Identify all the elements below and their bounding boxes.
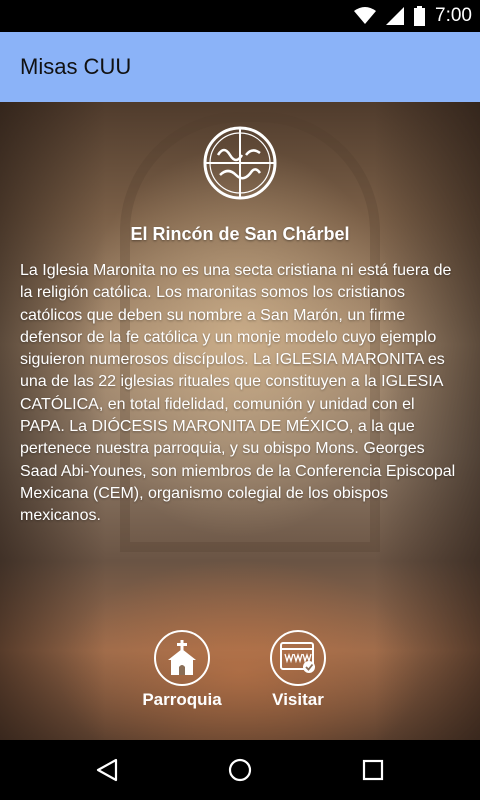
wifi-icon [354, 7, 377, 25]
parroquia-circle [154, 630, 210, 686]
description-text: La Iglesia Maronita no es una secta cris… [20, 262, 456, 525]
parroquia-button[interactable]: Parroquia [137, 630, 227, 710]
visitar-label: Visitar [272, 690, 324, 709]
recents-icon [363, 759, 384, 781]
navigation-bar [0, 740, 480, 800]
section-heading: El Rincón de San Chárbel [130, 224, 350, 244]
app-bar: Misas CUU [0, 32, 480, 102]
home-button[interactable] [210, 740, 270, 800]
maronite-emblem-icon [203, 126, 277, 200]
status-bar: 7:00 [0, 0, 480, 32]
recents-button[interactable] [343, 740, 403, 800]
main-content: El Rincón de San Chárbel La Iglesia Maro… [0, 102, 480, 740]
back-button[interactable] [77, 740, 137, 800]
www-icon [280, 642, 315, 673]
back-icon [96, 758, 117, 782]
visitar-button[interactable]: Visitar [253, 630, 343, 710]
signal-icon [386, 7, 405, 25]
church-icon [168, 640, 196, 675]
status-time: 7:00 [435, 5, 472, 26]
parroquia-label: Parroquia [142, 690, 222, 709]
home-icon [228, 758, 252, 782]
visitar-circle [270, 630, 326, 686]
app-title: Misas CUU [20, 54, 132, 79]
battery-icon [414, 6, 426, 26]
